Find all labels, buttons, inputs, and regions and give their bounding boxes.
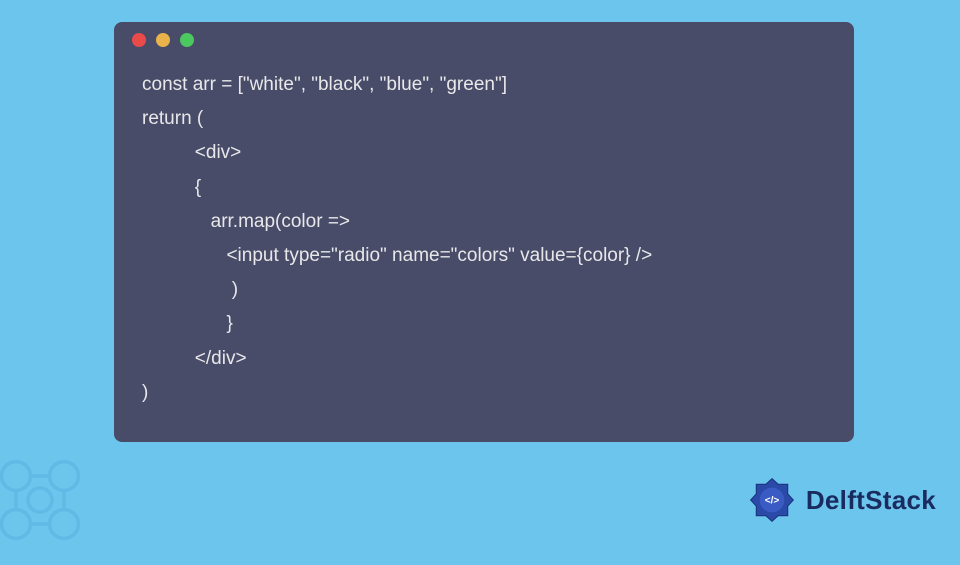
- background-decoration: [0, 440, 100, 560]
- code-line: }: [142, 313, 233, 334]
- code-line: ): [142, 382, 148, 403]
- window-titlebar: [114, 22, 854, 58]
- close-icon: [132, 33, 146, 47]
- code-line: const arr = ["white", "black", "blue", "…: [142, 74, 507, 95]
- code-line: <input type="radio" name="colors" value=…: [142, 245, 652, 266]
- code-line: </div>: [142, 348, 247, 369]
- code-line: ): [142, 279, 238, 300]
- code-line: <div>: [142, 142, 241, 163]
- minimize-icon: [156, 33, 170, 47]
- code-line: return (: [142, 108, 203, 129]
- svg-text:</>: </>: [765, 495, 780, 506]
- logo-badge-icon: </>: [744, 472, 800, 528]
- code-window: const arr = ["white", "black", "blue", "…: [114, 22, 854, 442]
- code-line: arr.map(color =>: [142, 211, 350, 232]
- code-line: {: [142, 177, 201, 198]
- maximize-icon: [180, 33, 194, 47]
- code-content: const arr = ["white", "black", "blue", "…: [114, 58, 854, 430]
- brand-name: DelftStack: [806, 485, 936, 516]
- brand-logo: </> DelftStack: [744, 472, 936, 528]
